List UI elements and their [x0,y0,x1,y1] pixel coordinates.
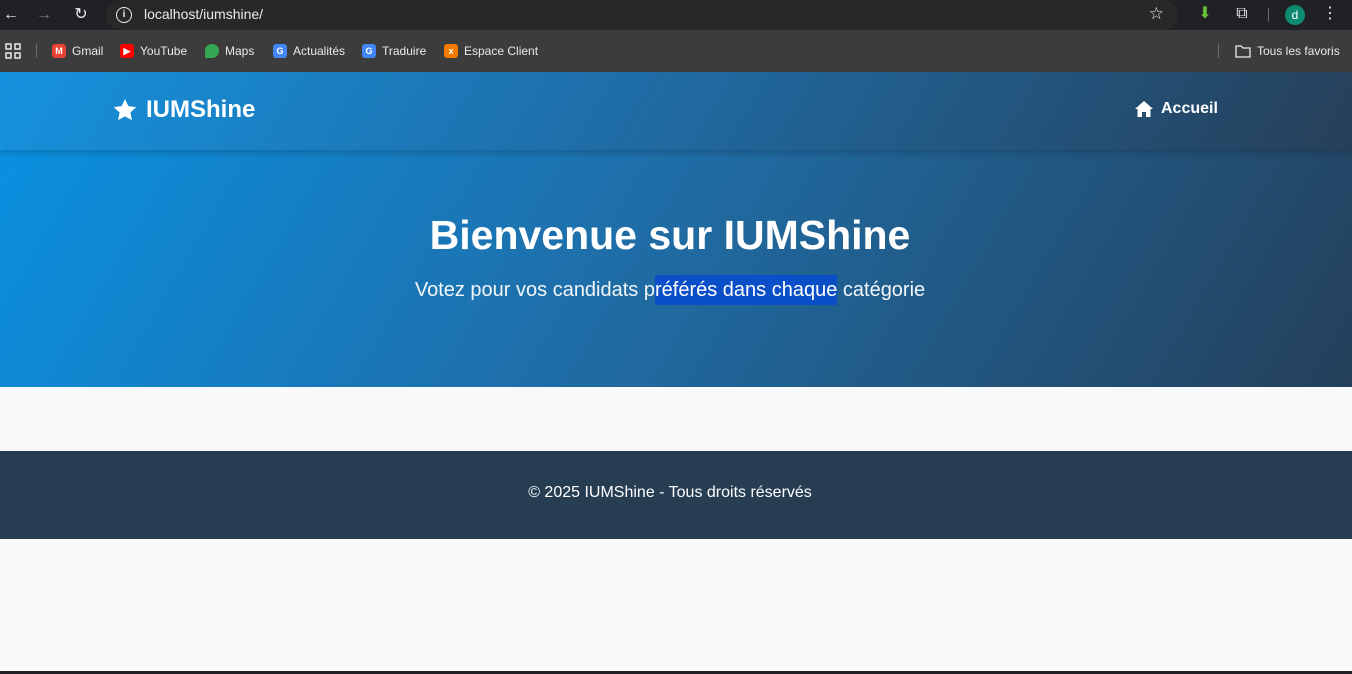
bookmark-label: Traduire [382,44,427,58]
bookmark-label: Actualités [293,44,346,58]
folder-icon [1235,45,1251,58]
apps-icon[interactable] [5,42,21,60]
hero-title: Bienvenue sur IUMShine [429,212,911,258]
home-icon [1135,101,1153,117]
all-bookmarks[interactable]: Tous les favoris [1235,42,1340,60]
toolbar: ← → ↻ i localhost/iumshine/ ☆ ⬇ ⧉ d ⋮ [0,0,1352,30]
gmail-icon: M [52,44,66,58]
hero-section: Bienvenue sur IUMShine Votez pour vos ca… [0,150,1352,387]
bookmarks-bar: M Gmail ▶ YouTube Maps G Actualités G Tr… [0,36,1352,66]
hero-subtitle-end: catégorie [837,279,926,301]
brand-name: IUMShine [146,96,256,123]
youtube-icon: ▶ [120,44,134,58]
bookmark-espace-client[interactable]: x Espace Client [444,42,538,60]
bookmark-star-icon[interactable]: ☆ [1149,4,1164,24]
toolbar-divider [1268,8,1269,22]
news-icon: G [273,44,287,58]
bookmark-label: Gmail [72,44,104,58]
site-info-icon[interactable]: i [116,7,132,23]
bookmark-maps[interactable]: Maps [205,42,254,60]
site-footer: © 2025 IUMShine - Tous droits réservés [0,451,1352,539]
profile-avatar[interactable]: d [1285,5,1305,25]
nav-home-link[interactable]: Accueil [1134,100,1218,118]
bookmark-label: Maps [225,44,255,58]
all-bookmarks-label: Tous les favoris [1257,44,1340,58]
bookmark-traduire[interactable]: G Traduire [362,42,426,60]
brand-link[interactable]: IUMShine [112,96,255,124]
browser-chrome: ← → ↻ i localhost/iumshine/ ☆ ⬇ ⧉ d ⋮ M … [0,0,1352,72]
hero-subtitle: Votez pour vos candidats préférés dans c… [0,275,1340,305]
bookmark-actualites[interactable]: G Actualités [273,42,345,60]
bookmarks-divider [1218,44,1219,58]
hero-subtitle-start: Votez pour vos candidats p [414,279,655,301]
forward-icon[interactable]: → [33,4,55,26]
reload-icon[interactable]: ↻ [70,4,92,26]
address-bar[interactable]: i localhost/iumshine/ ☆ [106,0,1178,30]
maps-icon [205,44,219,58]
translate-icon: G [362,44,376,58]
nav-home-label: Accueil [1161,100,1218,117]
back-icon[interactable]: ← [0,4,22,26]
bookmark-label: Espace Client [464,44,539,58]
url-text[interactable]: localhost/iumshine/ [144,6,263,22]
star-icon [113,98,137,121]
selected-text: référés dans chaque [654,275,838,305]
footer-copyright: © 2025 IUMShine - Tous droits réservés [528,484,812,501]
bookmark-label: YouTube [140,44,188,58]
bookmarks-divider [36,44,37,58]
menu-icon[interactable]: ⋮ [1319,4,1341,24]
extensions-icon[interactable]: ⧉ [1231,4,1253,24]
site-header: IUMShine Accueil [0,72,1352,150]
bookmark-gmail[interactable]: M Gmail [52,42,103,60]
download-icon[interactable]: ⬇ [1194,4,1216,24]
bookmark-youtube[interactable]: ▶ YouTube [120,42,187,60]
xampp-icon: x [444,44,458,58]
